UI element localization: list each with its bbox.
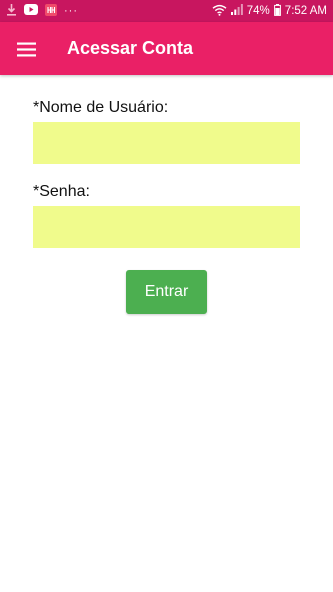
clock: 7:52 AM: [284, 5, 327, 17]
field-spacer: [33, 164, 300, 182]
login-button[interactable]: Entrar: [126, 270, 207, 314]
youtube-icon: [24, 4, 38, 18]
signal-icon: [230, 4, 243, 18]
status-notifications: ···: [6, 3, 78, 19]
more-notifications-indicator: ···: [64, 5, 78, 17]
menu-button[interactable]: [10, 34, 42, 64]
login-form: *Nome de Usuário: *Senha:: [33, 98, 300, 248]
wifi-icon: [212, 4, 227, 19]
battery-icon: [273, 3, 281, 19]
password-input[interactable]: [33, 206, 300, 248]
username-input[interactable]: [33, 122, 300, 164]
download-icon: [6, 3, 17, 20]
password-label: *Senha:: [33, 183, 90, 200]
page-title: Acessar Conta: [67, 38, 194, 58]
app-bar: Acessar Conta: [0, 22, 333, 75]
status-system: 74% 7:52 AM: [212, 0, 327, 22]
username-label: *Nome de Usuário:: [33, 99, 169, 116]
app-notification-icon: [45, 3, 57, 19]
hamburger-menu-icon: [16, 42, 36, 56]
status-bar: ··· 74% 7:52 AM: [0, 0, 333, 22]
battery-percent: 74%: [246, 5, 270, 17]
